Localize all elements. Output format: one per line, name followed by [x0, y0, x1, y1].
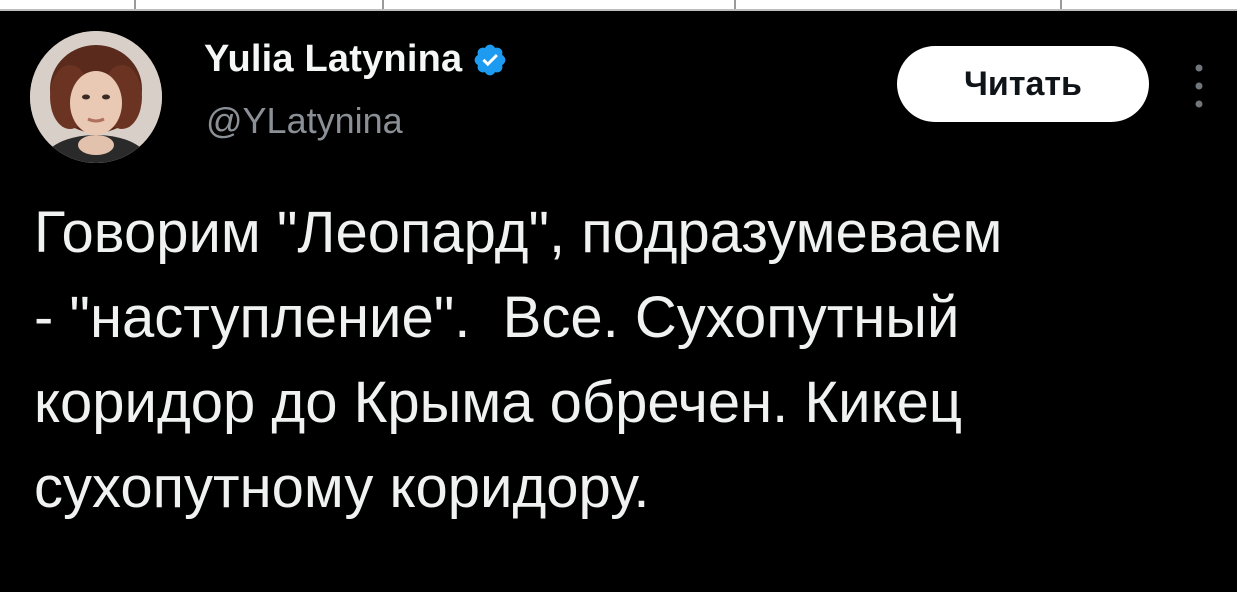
follow-button[interactable]: Читать: [897, 46, 1149, 122]
window-top-strip: [0, 0, 1237, 11]
tweet-text-line: Говорим "Леопард", подразумеваем: [34, 200, 1003, 265]
author-name-row[interactable]: Yulia Latynina: [204, 38, 508, 81]
author-handle[interactable]: @YLatynina: [206, 100, 403, 142]
author-display-name[interactable]: Yulia Latynina: [204, 38, 462, 81]
verified-badge-icon: [472, 42, 508, 78]
avatar[interactable]: [30, 31, 162, 163]
strip-separator: [734, 0, 736, 9]
strip-separator: [1060, 0, 1062, 9]
strip-separator: [382, 0, 384, 9]
tweet-text-line: коридор до Крыма обречен. Кикец: [34, 370, 963, 435]
tweet-text-line: - "наступление". Все. Сухопутный: [34, 285, 960, 350]
tweet-text: Говорим "Леопард", подразумеваем - "наст…: [34, 190, 1214, 530]
vertical-ellipsis-icon[interactable]: [1184, 60, 1214, 112]
tweet-text-line: сухопутному коридору.: [34, 455, 650, 520]
strip-separator: [134, 0, 136, 9]
profile-photo-icon: [30, 31, 162, 163]
